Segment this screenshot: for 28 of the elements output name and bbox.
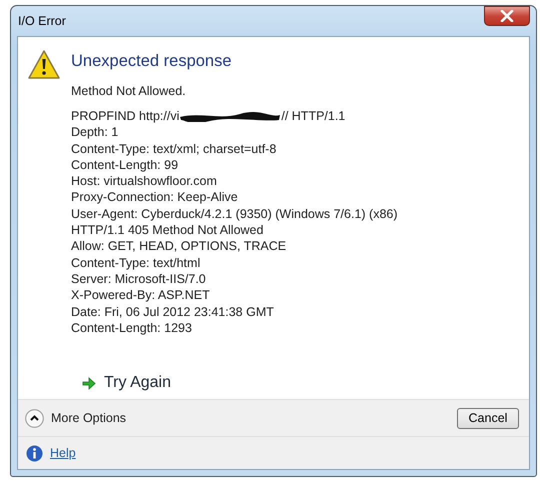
info-icon [26, 444, 43, 462]
more-options-toggle[interactable]: More Options [25, 408, 126, 428]
window-title: I/O Error [17, 14, 66, 28]
header-line: User-Agent: Cyberduck/4.2.1 (9350) (Windows 7/6.1) (x86) [71, 206, 398, 222]
request-line-text: PROPFIND http://vi [71, 108, 180, 124]
header-line: X-Powered-By: ASP.NET [71, 287, 211, 304]
header-line: Allow: GET, HEAD, OPTIONS, TRACE [71, 238, 288, 255]
help-link[interactable]: Help [50, 446, 76, 460]
try-again-link[interactable]: Try Again [78, 372, 175, 394]
header-line: Content-Length: 1293 [71, 320, 193, 336]
header-line: Proxy-Connection: Keep-Alive [71, 189, 239, 206]
header-line: Content-Length: 99 [71, 156, 180, 174]
header-line: Content-Type: text/html [71, 254, 202, 271]
cancel-button[interactable]: Cancel [457, 408, 519, 428]
arrow-icon [82, 376, 96, 390]
error-summary: Method Not Allowed. [71, 84, 187, 98]
header-line: HTTP/1.1 405 Method Not Allowed [71, 222, 264, 238]
header-line: Content-Type: text/xml; charset=utf-8 [71, 140, 278, 157]
close-button[interactable] [484, 6, 530, 26]
header-line: Date: Fri, 06 Jul 2012 23:41:38 GMT [71, 304, 275, 320]
close-icon [500, 10, 514, 22]
header-line: Host: virtualshowfloor.com [71, 173, 218, 190]
warning-icon [27, 49, 61, 80]
chevron-icon [25, 408, 44, 428]
dialog-heading: Unexpected response [71, 52, 233, 71]
request-line-text: // HTTP/1.1 [281, 108, 346, 124]
header-line: Depth: 1 [71, 124, 120, 141]
header-line: Server: Microsoft-IIS/7.0 [71, 270, 207, 288]
